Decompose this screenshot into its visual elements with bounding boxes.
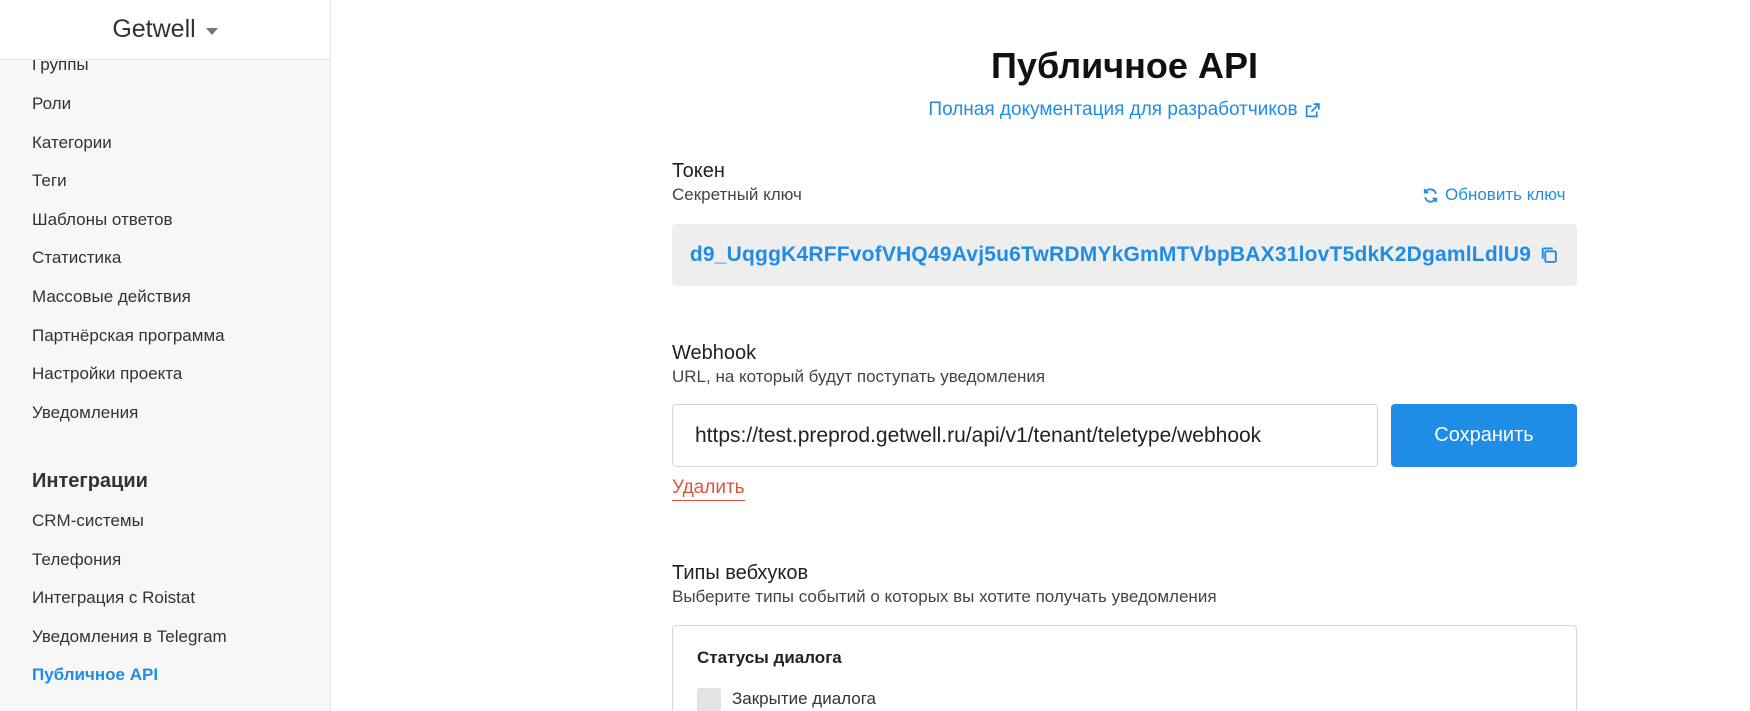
refresh-key-button[interactable]: Обновить ключ <box>1422 185 1565 205</box>
token-value[interactable]: d9_UqggK4RFFvofVHQ49Avj5u6TwRDMYkGmMTVbp… <box>690 243 1531 267</box>
chevron-down-icon <box>205 28 218 35</box>
webhook-section-title: Webhook <box>672 342 757 364</box>
sidebar-item-telegram-notifications[interactable]: Уведомления в Telegram <box>32 627 227 647</box>
page-title-wrap: Публичное API <box>672 45 1577 87</box>
token-section-subtitle: Секретный ключ <box>672 185 802 204</box>
sidebar-item-public-api[interactable]: Публичное API <box>32 665 158 685</box>
sidebar-item-bulk-actions[interactable]: Массовые действия <box>32 287 191 307</box>
webhook-types-box: Статусы диалога Закрытие диалога <box>672 625 1577 711</box>
external-link-icon <box>1305 102 1320 117</box>
sidebar-item-notifications[interactable]: Уведомления <box>32 403 138 423</box>
close-dialog-checkbox[interactable] <box>697 688 721 711</box>
token-box[interactable]: d9_UqggK4RFFvofVHQ49Avj5u6TwRDMYkGmMTVbp… <box>672 224 1577 286</box>
sidebar-item-project-settings[interactable]: Настройки проекта <box>32 364 182 384</box>
copy-icon[interactable] <box>1539 245 1559 265</box>
dialog-statuses-title: Статусы диалога <box>697 648 842 667</box>
sidebar-item-categories[interactable]: Категории <box>32 133 112 153</box>
sidebar-item-tags[interactable]: Теги <box>32 171 67 191</box>
save-button[interactable]: Сохранить <box>1391 404 1577 467</box>
sidebar-item-roistat[interactable]: Интеграция с Roistat <box>32 588 195 608</box>
sidebar-section-integrations: Интеграции <box>32 470 148 492</box>
refresh-icon <box>1423 187 1438 203</box>
developer-docs-link[interactable]: Полная документация для разработчиков <box>672 99 1577 121</box>
refresh-key-label: Обновить ключ <box>1445 185 1566 204</box>
delete-webhook-link[interactable]: Удалить <box>672 477 745 501</box>
sidebar-item-crm[interactable]: CRM-системы <box>32 511 144 531</box>
webhook-types-title: Типы вебхуков <box>672 562 809 584</box>
brand-name: Getwell <box>112 15 196 43</box>
sidebar-item-telephony[interactable]: Телефония <box>32 550 121 570</box>
developer-docs-link-label: Полная документация для разработчиков <box>928 99 1298 120</box>
sidebar-item-partner-program[interactable]: Партнёрская программа <box>32 326 225 346</box>
webhook-section-subtitle: URL, на который будут поступать уведомле… <box>672 367 1046 386</box>
webhook-types-subtitle: Выберите типы событий о которых вы хотит… <box>672 587 1217 606</box>
sidebar-item-reply-templates[interactable]: Шаблоны ответов <box>32 210 173 230</box>
project-switcher[interactable]: Getwell <box>0 0 330 60</box>
page-title: Публичное API <box>991 45 1258 86</box>
close-dialog-label[interactable]: Закрытие диалога <box>732 689 876 709</box>
sidebar-item-statistics[interactable]: Статистика <box>32 248 121 268</box>
webhook-url-input[interactable] <box>672 404 1378 467</box>
sidebar-item-roles[interactable]: Роли <box>32 94 71 114</box>
token-section-title: Токен <box>672 160 725 182</box>
sidebar: Группы Роли Категории Теги Шаблоны ответ… <box>0 0 331 711</box>
